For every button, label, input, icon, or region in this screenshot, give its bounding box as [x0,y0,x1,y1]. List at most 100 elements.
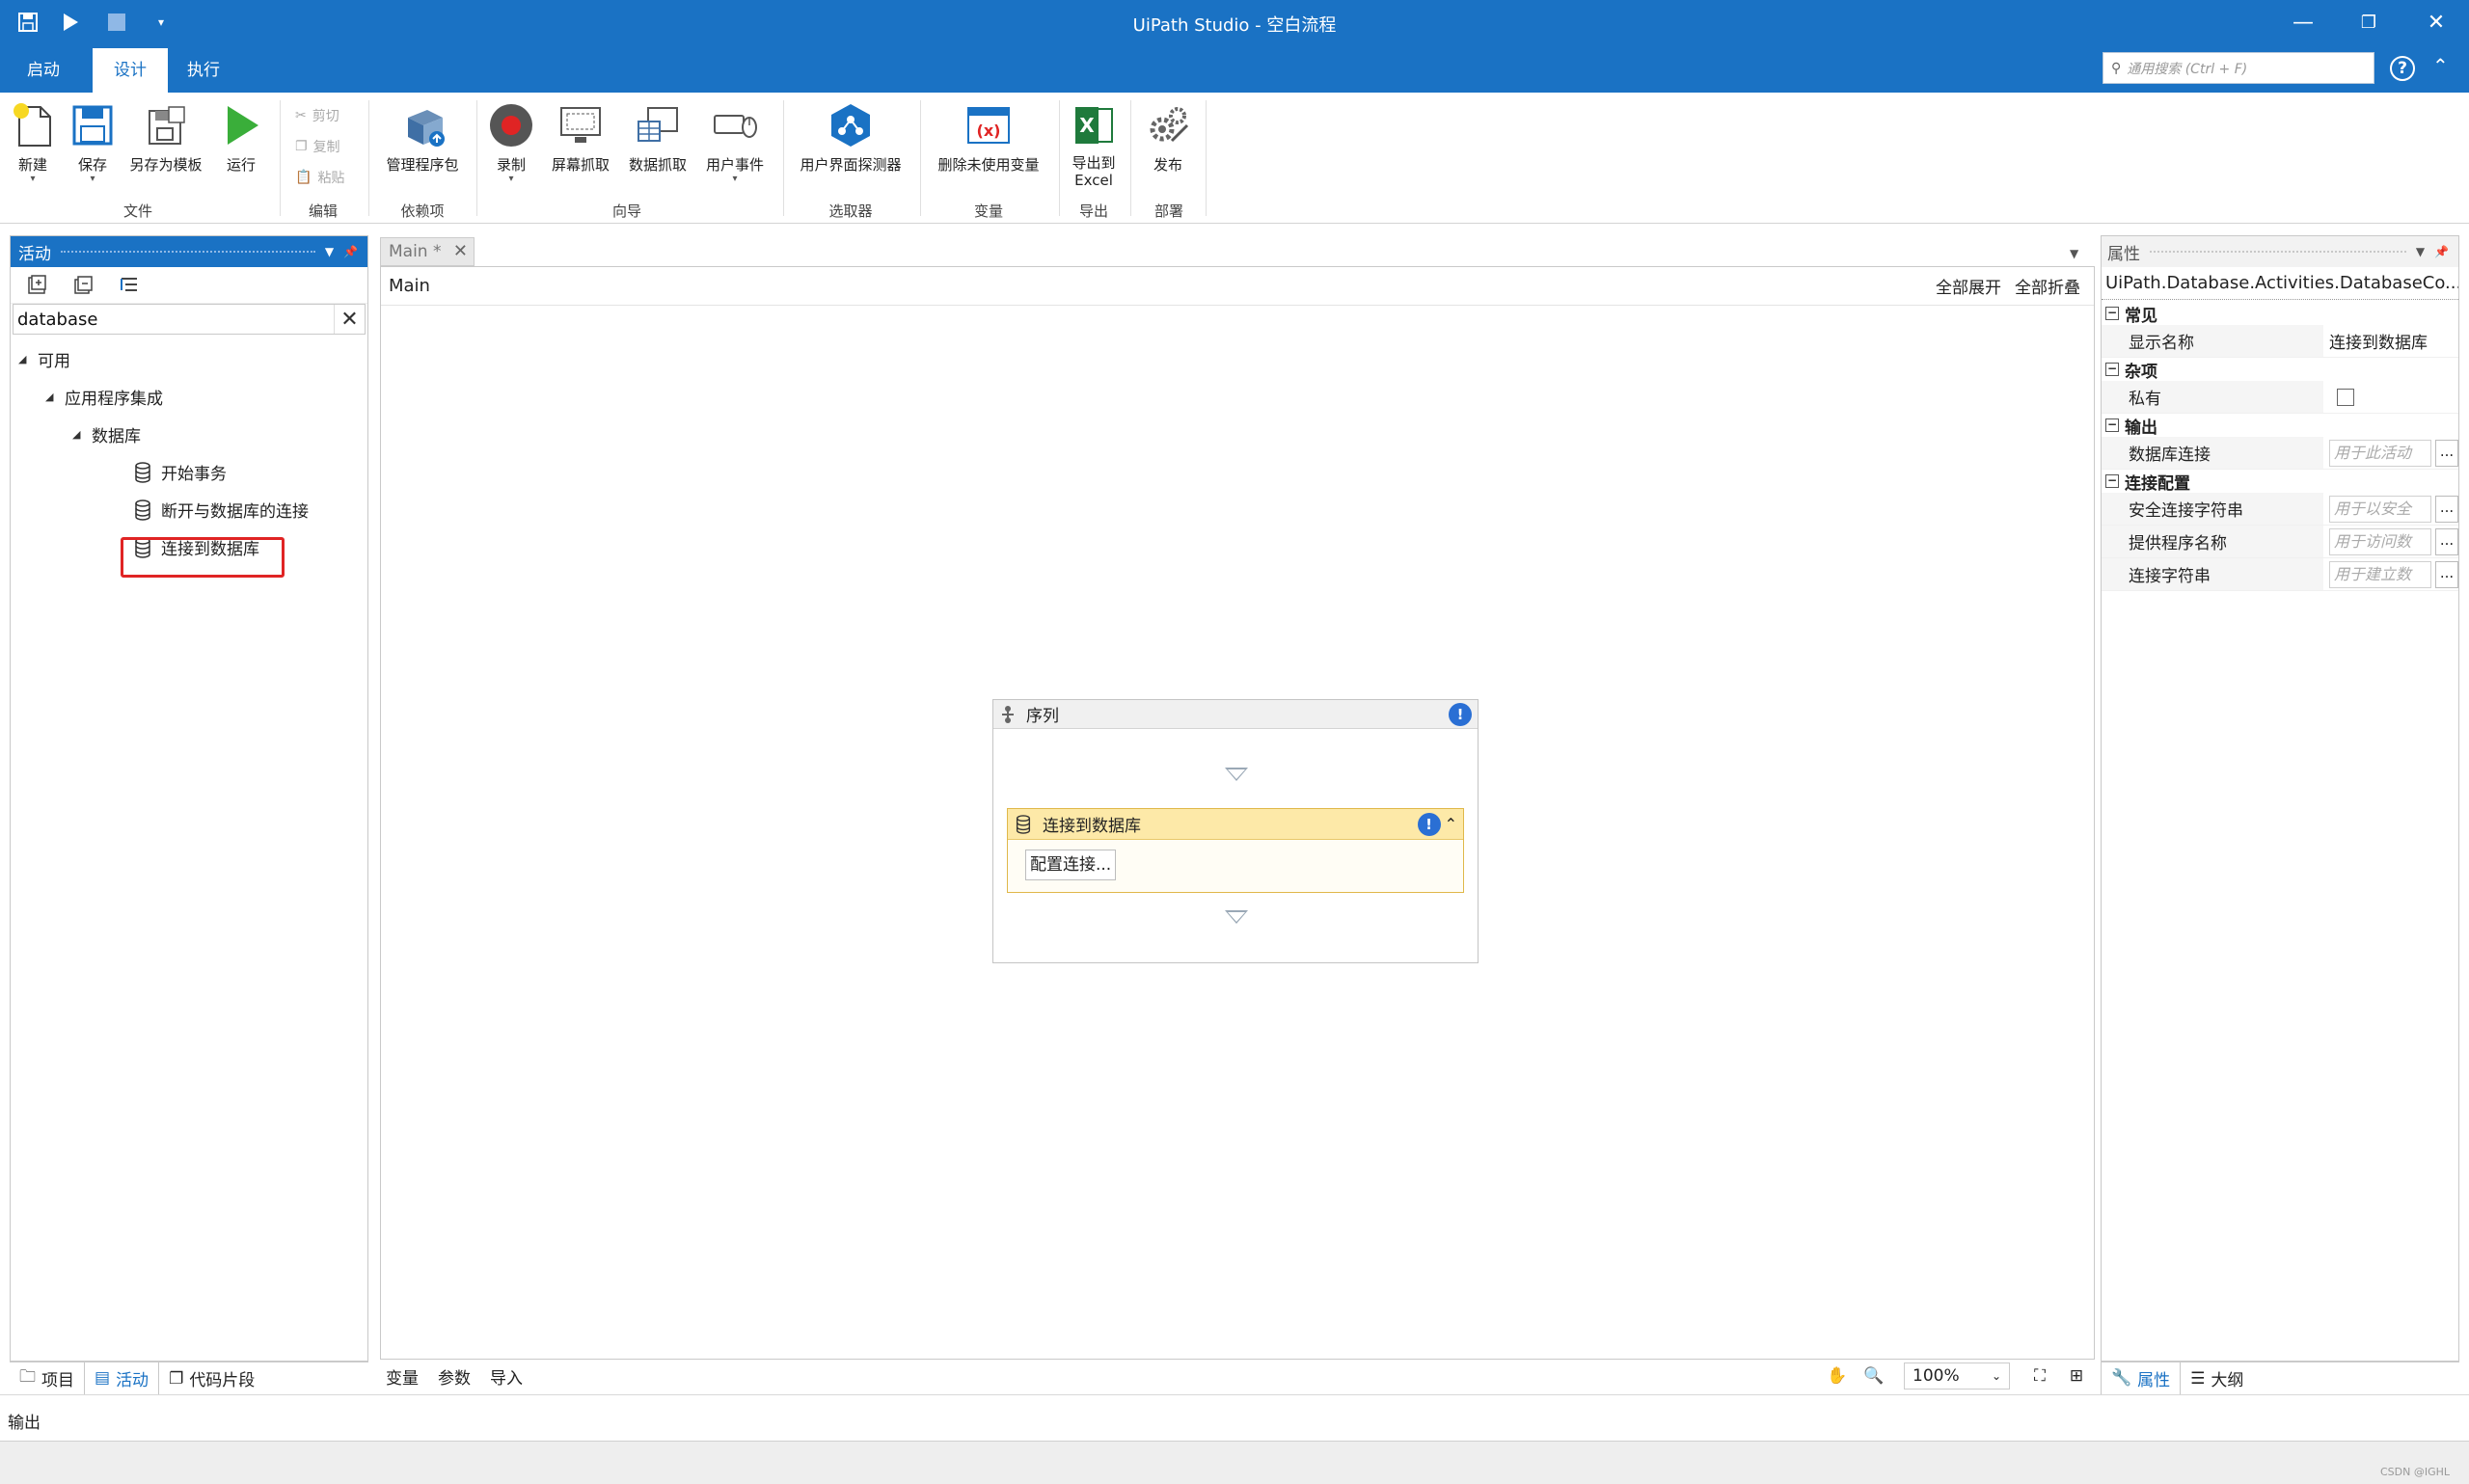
collapse-category-icon[interactable]: − [2105,418,2119,432]
screen-scraping-icon [556,100,606,150]
tree-view-icon[interactable] [117,273,142,298]
tab-activities[interactable]: ▤ 活动 [84,1362,160,1395]
data-scraping-button[interactable]: 数据抓取 [623,100,692,175]
chevron-down-icon[interactable]: ▼ [2416,245,2425,258]
publish-button[interactable]: 发布 [1138,100,1198,175]
connection-string-input[interactable]: 用于建立数 [2329,560,2431,588]
minimize-button[interactable]: — [2270,0,2336,44]
cut-button[interactable]: ✂ 剪切 [295,106,339,125]
help-icon[interactable]: ? [2390,56,2415,81]
prop-name: 数据库连接 [2102,437,2323,469]
tree-node-app-integration[interactable]: ◢ 应用程序集成 [11,378,367,416]
fit-to-screen-icon[interactable]: ⛶ [2027,1363,2052,1389]
tab-project[interactable]: 🗀 项目 [10,1363,84,1395]
collapse-category-icon[interactable]: − [2105,307,2119,320]
secure-connection-string-input[interactable]: 用于以安全 [2329,495,2431,523]
tab-outline[interactable]: ☰ 大纲 [2181,1363,2253,1395]
activity-start-transaction[interactable]: 开始事务 [11,453,367,491]
expand-triangle-icon[interactable]: ◢ [45,391,59,403]
prop-name: 连接字符串 [2102,558,2323,590]
properties-panel-title: 属性 [2107,244,2140,264]
clear-search-icon[interactable]: ✕ [334,305,365,334]
collapse-ribbon-icon[interactable]: ⌃ [2432,54,2449,77]
zoom-search-icon[interactable]: 🔍 [1861,1363,1886,1389]
drop-target-arrow-icon[interactable] [1225,910,1248,924]
save-button[interactable]: 保存 ▾ [68,100,118,184]
close-tab-icon[interactable]: ✕ [453,238,468,265]
validation-warning-icon[interactable]: ! [1417,812,1441,836]
export-excel-button[interactable]: X 导出到 Excel [1067,100,1121,189]
copy-button[interactable]: ❐ 复制 [295,137,340,156]
private-checkbox[interactable] [2337,388,2354,406]
remove-unused-variables-button[interactable]: (x) 删除未使用变量 [930,100,1047,175]
expand-triangle-icon[interactable]: ◢ [18,353,32,365]
tab-snippets[interactable]: ❐ 代码片段 [159,1363,264,1395]
ellipsis-button[interactable]: ... [2435,560,2458,588]
run-button[interactable]: 运行 [216,100,266,175]
ellipsis-button[interactable]: ... [2435,527,2458,555]
ellipsis-button[interactable]: ... [2435,439,2458,467]
collapse-activity-icon[interactable]: ⌃ [1445,815,1457,833]
global-search-input[interactable]: ⚲ 通用搜索 (Ctrl + F) [2103,52,2374,84]
manage-packages-button[interactable]: 管理程序包 [378,100,467,175]
restore-button[interactable]: ❐ [2336,0,2401,44]
sequence-activity[interactable]: 序列 ! 连接到数据库 ! ⌃ 配置连接... [992,699,1479,963]
tree-node-database[interactable]: ◢ 数据库 [11,416,367,453]
prop-category-common[interactable]: − 常见 [2102,302,2458,326]
save-icon [68,100,118,150]
tree-node-available[interactable]: ◢ 可用 [11,340,367,378]
chevron-down-icon[interactable]: ▼ [325,245,334,258]
screen-scraping-button[interactable]: 屏幕抓取 [546,100,615,175]
tab-imports[interactable]: 导入 [484,1364,536,1389]
prop-category-misc[interactable]: − 杂项 [2102,358,2458,382]
ui-explorer-button[interactable]: 用户界面探测器 [793,100,909,175]
activities-icon: ▤ [95,1368,111,1388]
expand-triangle-icon[interactable]: ◢ [72,428,86,441]
expand-all-icon[interactable] [24,273,49,298]
paste-icon: 📋 [295,170,312,185]
user-events-button[interactable]: 用户事件 ▾ [700,100,770,184]
paste-button[interactable]: 📋 粘贴 [295,168,344,187]
activity-search-input[interactable] [14,305,334,334]
output-panel-tab[interactable]: 输出 [0,1394,2469,1441]
connect-database-activity[interactable]: 连接到数据库 ! ⌃ 配置连接... [1007,808,1464,893]
breadcrumb[interactable]: Main [389,276,430,296]
collapse-all-icon[interactable] [70,273,95,298]
tab-variables[interactable]: 变量 [380,1364,432,1389]
display-name-field[interactable]: 连接到数据库 [2323,325,2458,357]
document-list-dropdown-icon[interactable]: ▼ [2070,247,2078,260]
prop-category-output[interactable]: − 输出 [2102,414,2458,438]
collapse-category-icon[interactable]: − [2105,474,2119,488]
collapse-all-link[interactable]: 全部折叠 [2015,274,2080,298]
provider-name-input[interactable]: 用于访问数 [2329,527,2431,555]
close-button[interactable]: ✕ [2403,0,2469,44]
validation-warning-icon[interactable]: ! [1449,702,1472,726]
pin-icon[interactable]: 📌 [343,245,358,258]
save-as-template-button[interactable]: 另存为模板 [125,100,206,175]
prop-row-display-name: 显示名称 连接到数据库 [2102,325,2458,358]
prop-name: 提供程序名称 [2102,526,2323,557]
drag-handle[interactable] [2150,251,2406,253]
record-button[interactable]: 录制 ▾ [486,100,536,184]
tab-arguments[interactable]: 参数 [432,1364,484,1389]
category-label: 连接配置 [2125,473,2190,494]
prop-category-connection-config[interactable]: − 连接配置 [2102,470,2458,494]
collapse-category-icon[interactable]: − [2105,363,2119,376]
drop-target-arrow-icon[interactable] [1225,768,1248,781]
database-connection-input[interactable]: 用于此活动 [2329,439,2431,467]
overview-map-icon[interactable]: ⊞ [2064,1363,2089,1389]
drag-handle[interactable] [61,251,315,253]
tab-start[interactable]: 启动 [6,48,81,93]
hand-pan-icon[interactable]: ✋ [1825,1363,1850,1389]
tab-properties[interactable]: 🔧 属性 [2101,1362,2182,1395]
document-tab-main[interactable]: Main * ✕ [380,237,475,266]
ellipsis-button[interactable]: ... [2435,495,2458,523]
tab-design[interactable]: 设计 [93,48,168,93]
activity-disconnect-database[interactable]: 断开与数据库的连接 [11,491,367,528]
expand-all-link[interactable]: 全部展开 [1936,274,2001,298]
tab-execute[interactable]: 执行 [166,48,241,93]
configure-connection-button[interactable]: 配置连接... [1025,850,1117,880]
zoom-level-select[interactable]: 100% ⌄ [1904,1363,2010,1390]
new-button[interactable]: 新建 ▾ [8,100,58,184]
pin-icon[interactable]: 📌 [2434,245,2449,258]
